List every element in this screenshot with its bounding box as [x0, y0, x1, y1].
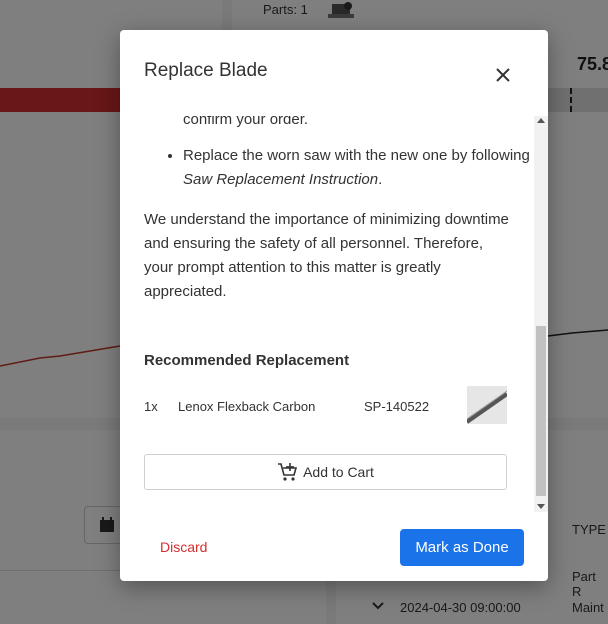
scroll-up-arrow-icon[interactable]: [537, 118, 545, 123]
discard-button[interactable]: Discard: [160, 539, 207, 555]
item-name: Lenox Flexback Carbon: [178, 399, 316, 414]
item-quantity: 1x: [144, 399, 158, 414]
item-sku: SP-140522: [364, 399, 430, 414]
replacement-item-row: 1x Lenox Flexback Carbon SP-140522: [144, 386, 514, 426]
dialog-title: Replace Blade: [144, 60, 268, 81]
scroll-down-arrow-icon[interactable]: [537, 504, 545, 509]
replace-blade-dialog: Replace Blade confirm your order. Replac…: [120, 30, 548, 581]
instruction-partial: confirm your order.: [183, 116, 309, 128]
add-to-cart-icon: [278, 463, 298, 481]
notice-paragraph: We understand the importance of minimizi…: [144, 211, 509, 300]
mark-as-done-button[interactable]: Mark as Done: [400, 529, 524, 566]
add-to-cart-button[interactable]: Add to Cart: [144, 454, 507, 490]
scrollbar-thumb[interactable]: [536, 326, 546, 496]
blade-image: [467, 386, 507, 424]
close-icon[interactable]: [491, 63, 515, 87]
add-to-cart-label: Add to Cart: [303, 464, 374, 480]
content-scrollbar[interactable]: [534, 116, 548, 512]
instruction-link[interactable]: Saw Replacement Instruction: [183, 171, 378, 188]
instruction-list: Replace the worn saw with the new one by…: [120, 144, 534, 192]
recommended-heading: Recommended Replacement: [144, 352, 350, 369]
dialog-content: confirm your order. Replace the worn saw…: [120, 116, 534, 512]
list-item: Replace the worn saw with the new one by…: [183, 144, 534, 192]
